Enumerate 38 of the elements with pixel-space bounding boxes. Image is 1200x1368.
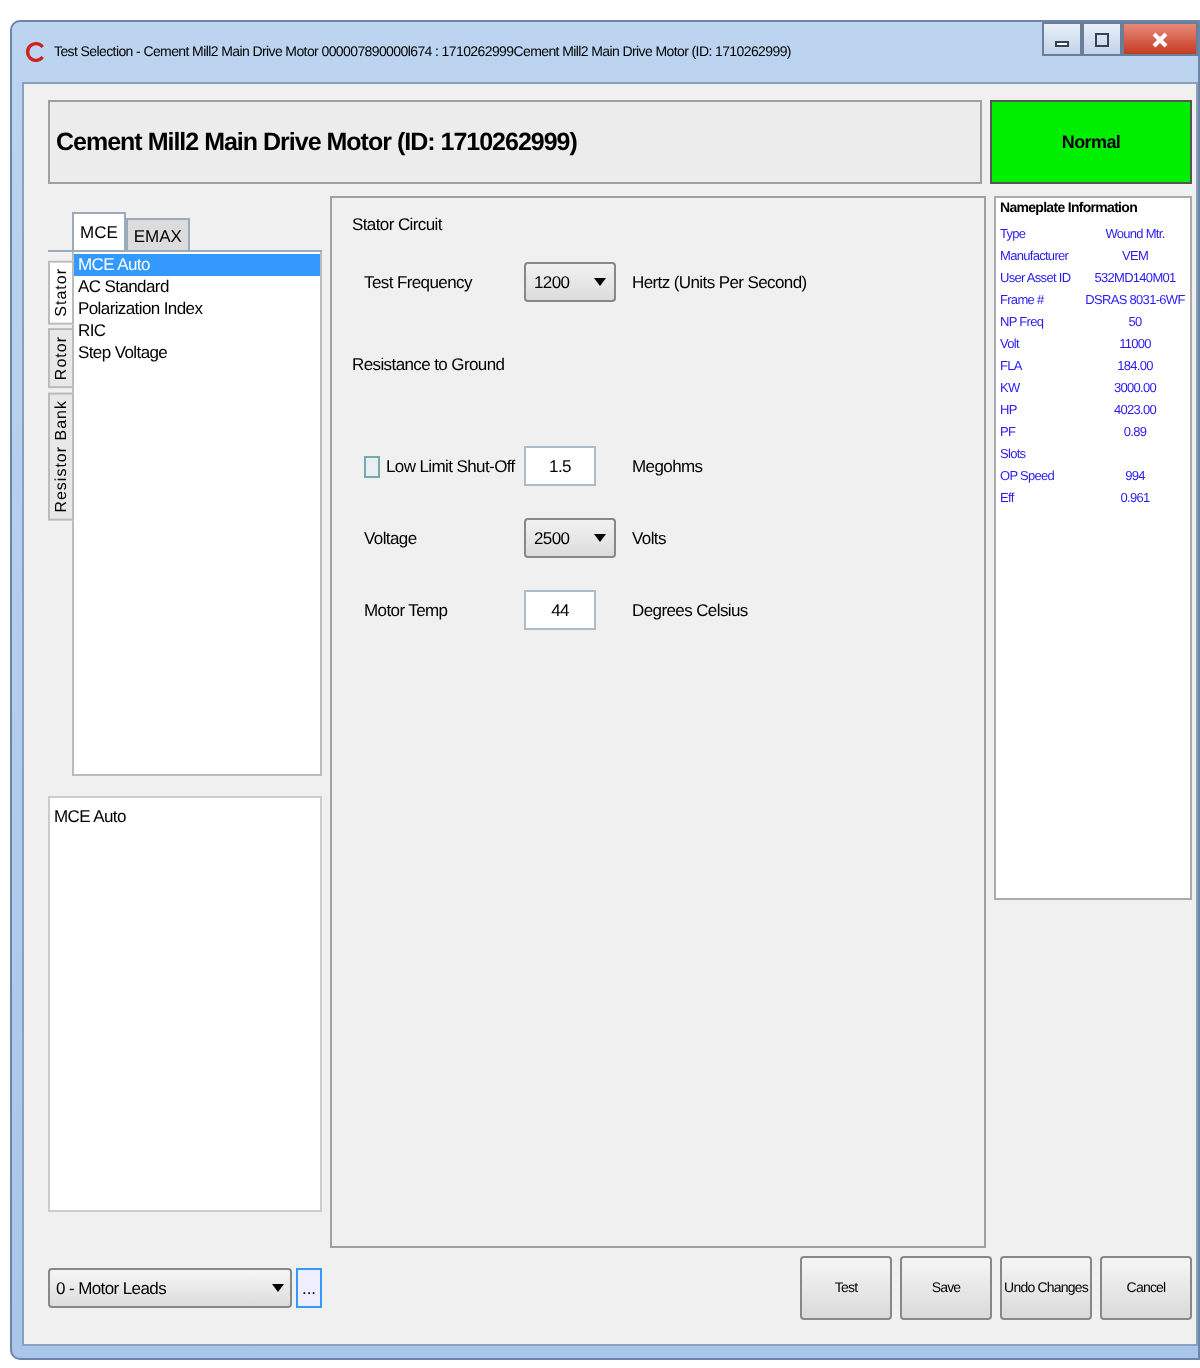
input-field[interactable]: 44 — [524, 590, 596, 630]
minimize-button[interactable] — [1042, 22, 1082, 56]
test-item[interactable]: RIC — [74, 320, 320, 342]
restore-icon — [1092, 29, 1112, 49]
field-label: Motor Temp — [364, 600, 448, 620]
section-heading: Resistance to Ground — [352, 354, 507, 378]
lead-dropdown[interactable]: 0 - Motor Leads — [48, 1268, 292, 1308]
unit-label: Megohms — [632, 456, 703, 476]
side-tab[interactable]: Stator — [47, 260, 73, 325]
unit-label: Hertz (Units Per Second) — [632, 272, 807, 292]
caret-icon — [594, 278, 606, 286]
tab[interactable]: EMAX — [125, 218, 190, 250]
field-label: Voltage — [364, 528, 417, 548]
dropdown[interactable]: 1200 — [524, 262, 616, 302]
section-heading: Stator Circuit — [352, 214, 445, 238]
input-field[interactable]: 1.5 — [524, 446, 596, 486]
browse-button[interactable]: ... — [296, 1268, 322, 1308]
close-button[interactable] — [1122, 22, 1198, 56]
test-item[interactable]: Polarization Index — [74, 298, 320, 320]
dropdown[interactable]: 2500 — [524, 518, 616, 558]
asset-title: Cement Mill2 Main Drive Motor (ID: 1710262999) — [48, 100, 982, 184]
field-label: Low Limit Shut-Off — [386, 456, 515, 476]
close-icon — [1150, 29, 1170, 49]
test-item[interactable]: AC Standard — [74, 276, 320, 298]
status-indicator: Normal — [990, 100, 1192, 184]
caret-icon — [594, 534, 606, 542]
field-label: Test Frequency — [364, 272, 472, 292]
test-item[interactable]: Step Voltage — [74, 342, 320, 364]
selected-test-text: MCE Auto — [54, 806, 126, 826]
checkbox[interactable] — [364, 455, 380, 477]
ring-logo-icon — [26, 42, 46, 62]
maximize-button[interactable] — [1082, 22, 1122, 56]
unit-label: Degrees Celsius — [632, 600, 748, 620]
side-tab[interactable]: Rotor — [47, 328, 73, 389]
tab[interactable]: MCE — [72, 212, 126, 250]
caret-icon — [272, 1284, 284, 1292]
side-tab[interactable]: Resistor Bank — [47, 392, 73, 522]
unit-label: Volts — [632, 528, 666, 548]
